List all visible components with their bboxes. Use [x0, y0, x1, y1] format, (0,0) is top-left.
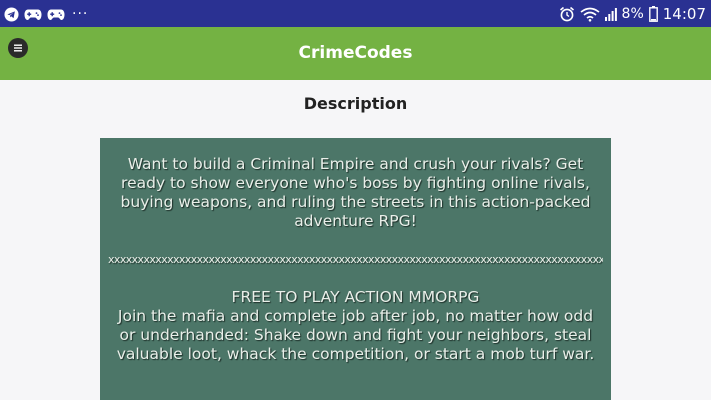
status-bar-notifications: ···: [4, 5, 88, 23]
wifi-icon: [580, 7, 600, 22]
feature-paragraph: Join the mafia and complete job after jo…: [116, 307, 595, 363]
more-dots-icon: ···: [72, 6, 89, 22]
feature-subheading: FREE TO PLAY ACTION MMORPG: [231, 288, 480, 306]
app-screen: ··· 8% 14:07 CrimeCodes Description Want…: [0, 0, 711, 400]
menu-icon: [13, 43, 23, 53]
battery-percent: 8%: [621, 6, 644, 22]
app-title: CrimeCodes: [298, 43, 413, 63]
status-bar: ··· 8% 14:07: [0, 0, 711, 27]
divider-line: xxxxxxxxxxxxxxxxxxxxxxxxxxxxxxxxxxxxxxxx…: [108, 253, 603, 266]
gamepad-icon: [24, 7, 42, 22]
description-heading: Description: [303, 94, 408, 113]
status-bar-system: 8% 14:07: [559, 4, 706, 24]
gamepad-icon: [47, 7, 65, 22]
telegram-icon: [4, 6, 19, 22]
status-clock: 14:07: [662, 4, 706, 23]
signal-icon: [604, 7, 617, 21]
battery-icon: [648, 6, 658, 22]
app-bar: CrimeCodes: [0, 27, 711, 80]
intro-paragraph: Want to build a Criminal Empire and crus…: [120, 155, 591, 230]
description-card[interactable]: Want to build a Criminal Empire and crus…: [100, 138, 611, 400]
alarm-icon: [559, 6, 575, 22]
menu-button[interactable]: [8, 38, 28, 58]
description-text: Want to build a Criminal Empire and crus…: [100, 138, 611, 364]
